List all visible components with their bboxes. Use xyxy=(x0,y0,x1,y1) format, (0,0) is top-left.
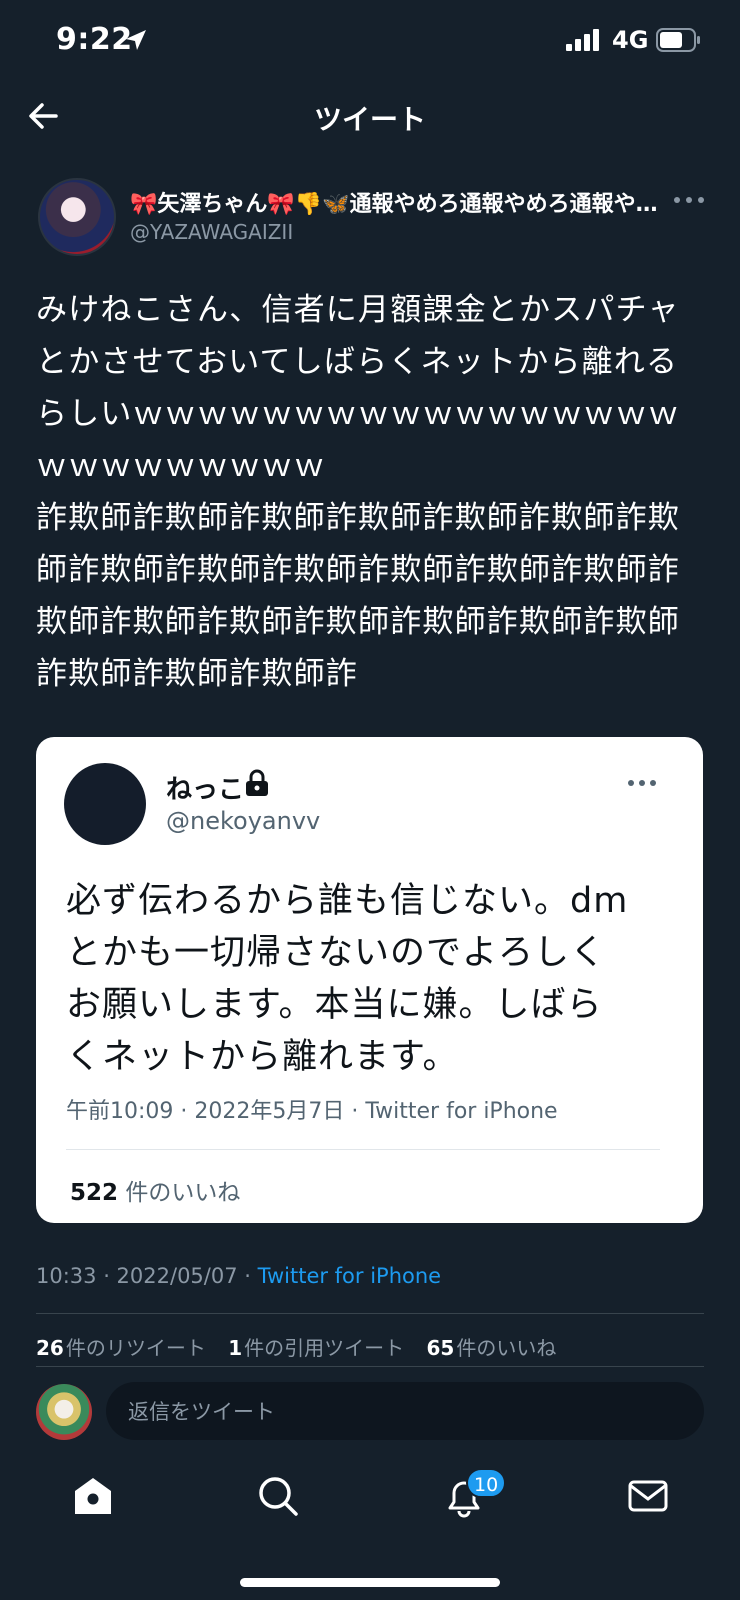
network-label: 4G xyxy=(612,26,649,54)
retweets-stat[interactable]: 26 件のリツイート xyxy=(36,1336,206,1360)
page-title: ツイート xyxy=(313,103,426,136)
signal-icon xyxy=(566,29,599,51)
quotes-stat[interactable]: 1 件の引用ツイート xyxy=(228,1336,404,1360)
embedded-likes-count: 522 xyxy=(70,1180,119,1206)
embedded-avatar xyxy=(64,763,146,845)
timestamp-text: 10:33 · 2022/05/07 · xyxy=(36,1264,258,1288)
battery-icon xyxy=(656,28,700,52)
divider xyxy=(36,1313,704,1314)
author-handle[interactable]: @YAZAWAGAIZII xyxy=(130,220,293,244)
embedded-divider xyxy=(66,1149,660,1150)
embedded-more-icon xyxy=(628,780,656,786)
reply-input[interactable]: 返信をツイート xyxy=(106,1382,704,1440)
tweet-stats: 26 件のリツイート 1 件の引用ツイート 65 件のいいね xyxy=(36,1332,572,1361)
home-indicator xyxy=(240,1578,500,1587)
likes-stat[interactable]: 65 件のいいね xyxy=(426,1336,556,1360)
divider xyxy=(36,1366,704,1367)
embedded-display-name: ねっこ xyxy=(166,775,245,805)
notification-badge: 10 xyxy=(466,1468,507,1498)
tweet-timestamp: 10:33 · 2022/05/07 · Twitter for iPhone xyxy=(36,1264,441,1288)
likes-count: 65 xyxy=(426,1336,455,1360)
search-icon[interactable] xyxy=(256,1474,300,1518)
mail-icon[interactable] xyxy=(626,1474,670,1518)
embedded-tweet-image[interactable]: ねっこ @nekoyanvv 必ず伝わるから誰も信じない。dm とかも一切帰さな… xyxy=(36,737,703,1223)
embedded-tweet-text: 必ず伝わるから誰も信じない。dm とかも一切帰さないのでよろしく お願いします。… xyxy=(66,881,629,1077)
retweets-label: 件のリツイート xyxy=(65,1336,206,1360)
source-link[interactable]: Twitter for iPhone xyxy=(258,1264,442,1288)
embedded-likes-label: 件のいいね xyxy=(118,1180,241,1206)
author-display-name[interactable]: 🎀矢澤ちゃん🎀👎🦋通報やめろ通報やめろ通報やめろ xyxy=(130,186,660,218)
tweet-text: みけねこさん、信者に月額課金とかスパチャとかさせておいてしばらくネットから離れる… xyxy=(36,292,680,692)
lock-icon xyxy=(246,769,268,796)
embedded-meta: 午前10:09 · 2022年5月7日 · Twitter for iPhone xyxy=(66,1099,558,1124)
likes-label: 件のいいね xyxy=(456,1336,557,1360)
location-arrow-icon xyxy=(126,30,146,50)
more-options-icon[interactable] xyxy=(672,188,706,212)
status-time: 9:22 xyxy=(56,22,133,57)
retweets-count: 26 xyxy=(36,1336,64,1360)
embedded-handle: @nekoyanvv xyxy=(166,807,321,835)
user-avatar[interactable] xyxy=(36,1384,92,1440)
quotes-label: 件の引用ツイート xyxy=(244,1336,405,1360)
embedded-likes: 522 件のいいね xyxy=(70,1173,240,1207)
author-avatar[interactable] xyxy=(38,178,116,256)
quotes-count: 1 xyxy=(228,1336,243,1360)
home-icon[interactable] xyxy=(71,1474,115,1518)
